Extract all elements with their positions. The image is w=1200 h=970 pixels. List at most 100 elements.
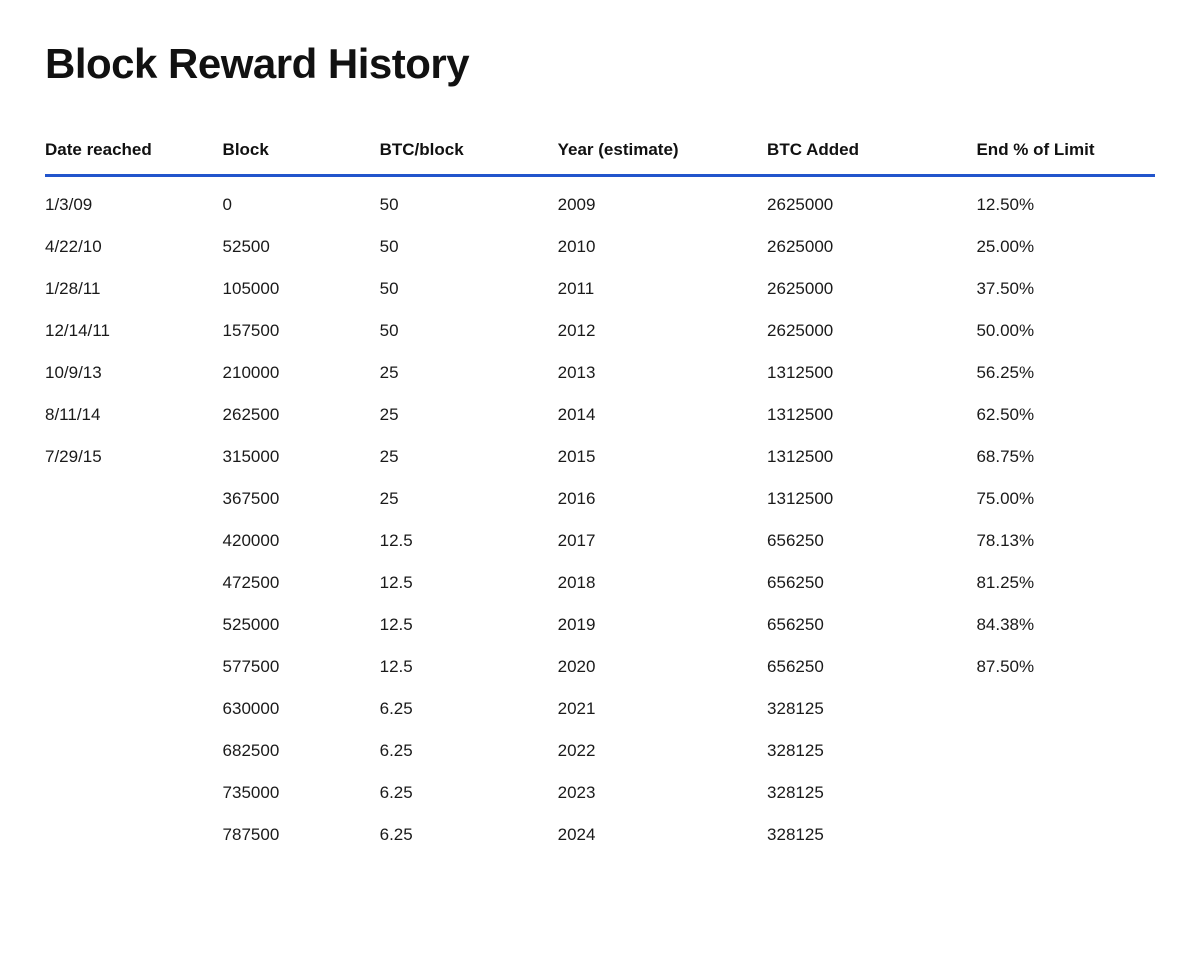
cell-year: 2014 (548, 394, 757, 436)
table-row: 8/11/14262500252014131250062.50% (45, 394, 1155, 436)
table-row: 57750012.5202065625087.50% (45, 646, 1155, 688)
cell-btcblock: 12.5 (370, 520, 548, 562)
cell-date (45, 520, 213, 562)
table-row: 1/28/11105000502011262500037.50% (45, 268, 1155, 310)
table-row: 52500012.5201965625084.38% (45, 604, 1155, 646)
cell-year: 2017 (548, 520, 757, 562)
cell-date: 10/9/13 (45, 352, 213, 394)
cell-endlimit: 37.50% (966, 268, 1155, 310)
table-row: 6825006.252022328125 (45, 730, 1155, 772)
cell-block: 367500 (213, 478, 370, 520)
cell-btcblock: 25 (370, 478, 548, 520)
block-reward-table: Date reached Block BTC/block Year (estim… (45, 128, 1155, 856)
cell-block: 210000 (213, 352, 370, 394)
cell-date (45, 688, 213, 730)
cell-btcadded: 328125 (757, 772, 966, 814)
cell-btcadded: 328125 (757, 814, 966, 856)
cell-btcblock: 12.5 (370, 562, 548, 604)
cell-btcadded: 1312500 (757, 394, 966, 436)
table-row: 7/29/15315000252015131250068.75% (45, 436, 1155, 478)
cell-endlimit: 78.13% (966, 520, 1155, 562)
cell-year: 2022 (548, 730, 757, 772)
cell-btcadded: 656250 (757, 604, 966, 646)
cell-year: 2020 (548, 646, 757, 688)
cell-endlimit: 81.25% (966, 562, 1155, 604)
cell-btcadded: 2625000 (757, 268, 966, 310)
cell-block: 105000 (213, 268, 370, 310)
cell-endlimit (966, 730, 1155, 772)
cell-btcadded: 2625000 (757, 176, 966, 227)
cell-endlimit (966, 814, 1155, 856)
col-header-block: Block (213, 128, 370, 176)
cell-date (45, 814, 213, 856)
table-row: 6300006.252021328125 (45, 688, 1155, 730)
cell-btcblock: 6.25 (370, 688, 548, 730)
col-header-btcadded: BTC Added (757, 128, 966, 176)
cell-btcblock: 6.25 (370, 772, 548, 814)
cell-btcadded: 656250 (757, 562, 966, 604)
cell-btcblock: 12.5 (370, 604, 548, 646)
cell-btcadded: 2625000 (757, 226, 966, 268)
cell-year: 2021 (548, 688, 757, 730)
cell-year: 2011 (548, 268, 757, 310)
cell-btcadded: 2625000 (757, 310, 966, 352)
cell-year: 2012 (548, 310, 757, 352)
cell-year: 2019 (548, 604, 757, 646)
cell-year: 2015 (548, 436, 757, 478)
cell-year: 2010 (548, 226, 757, 268)
cell-btcadded: 656250 (757, 646, 966, 688)
cell-block: 157500 (213, 310, 370, 352)
cell-date (45, 772, 213, 814)
table-row: 4/22/1052500502010262500025.00% (45, 226, 1155, 268)
cell-year: 2013 (548, 352, 757, 394)
cell-btcadded: 328125 (757, 730, 966, 772)
cell-endlimit: 56.25% (966, 352, 1155, 394)
cell-btcadded: 1312500 (757, 352, 966, 394)
cell-btcadded: 1312500 (757, 436, 966, 478)
cell-block: 420000 (213, 520, 370, 562)
cell-date (45, 604, 213, 646)
cell-block: 577500 (213, 646, 370, 688)
cell-date: 8/11/14 (45, 394, 213, 436)
cell-date: 12/14/11 (45, 310, 213, 352)
cell-block: 525000 (213, 604, 370, 646)
cell-block: 0 (213, 176, 370, 227)
cell-endlimit: 87.50% (966, 646, 1155, 688)
cell-btcblock: 6.25 (370, 814, 548, 856)
cell-date (45, 478, 213, 520)
cell-date (45, 646, 213, 688)
cell-btcblock: 50 (370, 176, 548, 227)
cell-block: 262500 (213, 394, 370, 436)
cell-btcblock: 25 (370, 436, 548, 478)
cell-endlimit (966, 772, 1155, 814)
cell-btcadded: 1312500 (757, 478, 966, 520)
cell-btcadded: 656250 (757, 520, 966, 562)
table-row: 7350006.252023328125 (45, 772, 1155, 814)
cell-endlimit: 68.75% (966, 436, 1155, 478)
cell-btcblock: 50 (370, 310, 548, 352)
cell-date (45, 562, 213, 604)
cell-block: 472500 (213, 562, 370, 604)
cell-block: 315000 (213, 436, 370, 478)
page-title: Block Reward History (45, 40, 1155, 88)
cell-date: 7/29/15 (45, 436, 213, 478)
cell-btcblock: 6.25 (370, 730, 548, 772)
cell-endlimit: 75.00% (966, 478, 1155, 520)
table-header-row: Date reached Block BTC/block Year (estim… (45, 128, 1155, 176)
col-header-btcblock: BTC/block (370, 128, 548, 176)
cell-year: 2024 (548, 814, 757, 856)
cell-btcblock: 25 (370, 352, 548, 394)
cell-block: 630000 (213, 688, 370, 730)
cell-date: 1/3/09 (45, 176, 213, 227)
cell-date: 4/22/10 (45, 226, 213, 268)
col-header-year: Year (estimate) (548, 128, 757, 176)
cell-year: 2016 (548, 478, 757, 520)
cell-btcadded: 328125 (757, 688, 966, 730)
cell-endlimit (966, 688, 1155, 730)
cell-date (45, 730, 213, 772)
cell-block: 787500 (213, 814, 370, 856)
cell-endlimit: 62.50% (966, 394, 1155, 436)
cell-year: 2023 (548, 772, 757, 814)
table-row: 10/9/13210000252013131250056.25% (45, 352, 1155, 394)
col-header-date: Date reached (45, 128, 213, 176)
